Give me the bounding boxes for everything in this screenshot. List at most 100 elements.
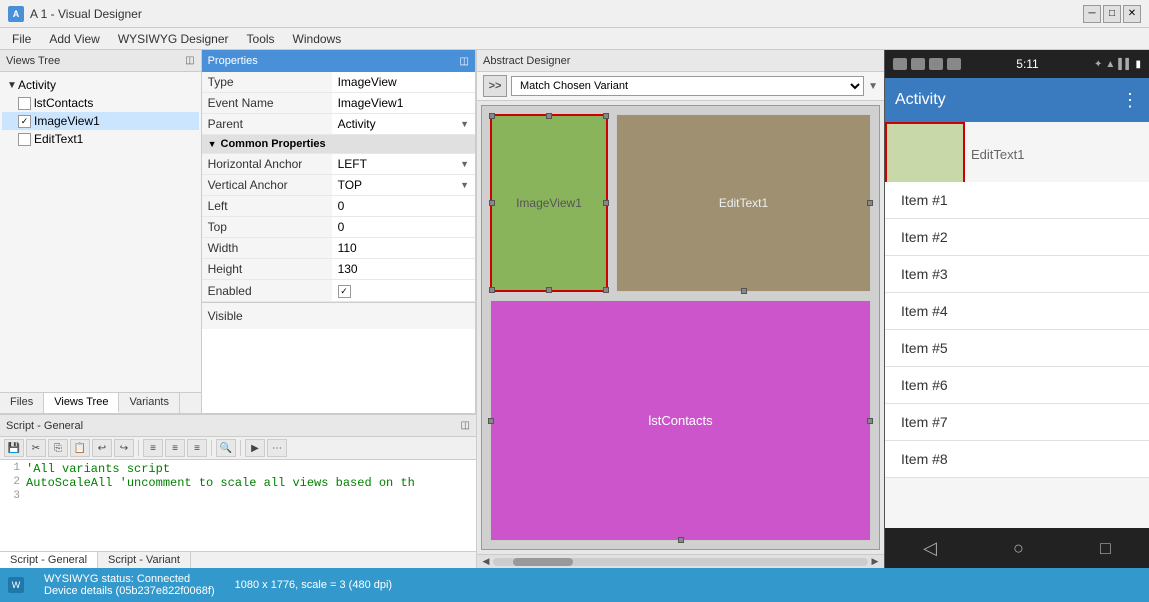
scrollbar-thumb-h[interactable] [513, 558, 573, 566]
prop-value-width[interactable]: 110 [332, 238, 475, 259]
script-unindent-btn[interactable]: ≡ [165, 439, 185, 457]
handle-mr[interactable] [603, 200, 609, 206]
tree-item-imageview1[interactable]: ✓ ImageView1 [2, 112, 199, 130]
designer-pin[interactable]: ▼ [868, 81, 878, 92]
script-content[interactable]: 1 'All variants script 2 AutoScaleAll 'u… [0, 460, 476, 551]
phone-list-item-8[interactable]: Item #8 [885, 441, 1149, 478]
prop-value-eventname[interactable]: ImageView1 [332, 93, 475, 114]
handle-tl[interactable] [489, 113, 495, 119]
lst-handle-ml[interactable] [488, 418, 494, 424]
phone-back-btn[interactable]: ◁ [923, 538, 937, 559]
tab-files[interactable]: Files [0, 393, 44, 413]
canvas-view-edittext1[interactable]: EditText1 [616, 114, 871, 292]
script-save-btn[interactable]: 💾 [4, 439, 24, 457]
designer-header: Abstract Designer [477, 50, 884, 72]
script-separator [138, 440, 139, 456]
script-run-btn[interactable]: ▶ [245, 439, 265, 457]
prop-value-left[interactable]: 0 [332, 196, 475, 217]
script-header: Script - General ◫ [0, 415, 476, 437]
designer-toolbar: >> Match Chosen Variant ▼ [477, 72, 884, 101]
forward-button[interactable]: >> [483, 75, 507, 97]
menu-file[interactable]: File [4, 30, 39, 48]
canvas-view-lstcontacts[interactable]: lstContacts [490, 300, 871, 541]
properties-pin[interactable]: ◫ [460, 56, 469, 67]
line-code-3 [26, 490, 474, 502]
handle-bc[interactable] [546, 287, 552, 293]
prop-row-parent: Parent Activity ▼ [202, 114, 475, 135]
lst-handle-bc[interactable] [678, 537, 684, 543]
minimize-button[interactable]: ─ [1083, 5, 1101, 23]
lst-handle-mr[interactable] [867, 418, 873, 424]
canvas-area: ImageView1 EditText1 [482, 106, 879, 549]
script-cut-btn[interactable]: ✂ [26, 439, 46, 457]
scroll-right-arrow[interactable]: ▶ [868, 555, 882, 569]
handle-br[interactable] [603, 287, 609, 293]
phone-list-item-2[interactable]: Item #2 [885, 219, 1149, 256]
menu-add-view[interactable]: Add View [41, 30, 107, 48]
phone-list-item-5[interactable]: Item #5 [885, 330, 1149, 367]
app-bar-menu-icon[interactable]: ⋮ [1121, 90, 1139, 111]
script-search-btn[interactable]: 🔍 [216, 439, 236, 457]
script-tab-general[interactable]: Script - General [0, 552, 98, 568]
script-redo-btn[interactable]: ↪ [114, 439, 134, 457]
maximize-button[interactable]: □ [1103, 5, 1121, 23]
phone-home-btn[interactable]: ○ [1013, 538, 1024, 559]
variant-select[interactable]: Match Chosen Variant [511, 76, 864, 96]
menu-wysiwyg[interactable]: WYSIWYG Designer [110, 30, 237, 48]
phone-list-item-6[interactable]: Item #6 [885, 367, 1149, 404]
prop-value-hanchor[interactable]: LEFT ▼ [332, 154, 475, 175]
script-indent-btn[interactable]: ≡ [143, 439, 163, 457]
script-paste-btn[interactable]: 📋 [70, 439, 90, 457]
section-collapse-arrow[interactable]: ▼ [208, 139, 217, 149]
menu-tools[interactable]: Tools [239, 30, 283, 48]
handle-ml[interactable] [489, 200, 495, 206]
tree-label-activity: Activity [18, 78, 56, 92]
tab-variants[interactable]: Variants [119, 393, 180, 413]
prop-value-height[interactable]: 130 [332, 259, 475, 280]
script-copy-btn[interactable]: ⎘ [48, 439, 68, 457]
handle-bl[interactable] [489, 287, 495, 293]
script-more-btn[interactable]: ⋯ [267, 439, 287, 457]
canvas-view-imageview1[interactable]: ImageView1 [490, 114, 608, 292]
phone-edittext[interactable]: EditText1 [965, 122, 1149, 186]
enabled-checkbox[interactable]: ✓ [338, 285, 351, 298]
script-pin[interactable]: ◫ [461, 420, 470, 431]
handle-tr[interactable] [603, 113, 609, 119]
status-texts: WYSIWYG status: Connected Device details… [44, 573, 215, 597]
script-comment-btn[interactable]: ≡ [187, 439, 207, 457]
tree-item-lstcontacts[interactable]: lstContacts [2, 94, 199, 112]
prop-value-top[interactable]: 0 [332, 217, 475, 238]
menu-windows[interactable]: Windows [285, 30, 350, 48]
views-tree-pin[interactable]: ◫ [185, 55, 194, 66]
expand-icon-activity[interactable]: ▼ [6, 79, 18, 91]
phone-list-item-4[interactable]: Item #4 [885, 293, 1149, 330]
checkbox-imageview1[interactable]: ✓ [18, 115, 31, 128]
scroll-left-arrow[interactable]: ◀ [479, 555, 493, 569]
prop-row-hanchor: Horizontal Anchor LEFT ▼ [202, 154, 475, 175]
prop-value-vanchor[interactable]: TOP ▼ [332, 175, 475, 196]
tree-item-edittext1[interactable]: EditText1 [2, 130, 199, 148]
designer-scrollbar-h[interactable]: ◀ ▶ [477, 554, 884, 568]
script-tab-variant[interactable]: Script - Variant [98, 552, 191, 568]
phone-recents-btn[interactable]: □ [1100, 538, 1111, 559]
phone-list-item-7[interactable]: Item #7 [885, 404, 1149, 441]
script-undo-btn[interactable]: ↩ [92, 439, 112, 457]
phone-imageview [885, 122, 965, 186]
edittext-handle-bc[interactable] [741, 288, 747, 294]
designer-canvas[interactable]: ImageView1 EditText1 [481, 105, 880, 550]
handle-tc[interactable] [546, 113, 552, 119]
edittext-handle-mr[interactable] [867, 200, 873, 206]
app-title: A 1 - Visual Designer [30, 7, 142, 21]
checkbox-edittext1[interactable] [18, 133, 31, 146]
tab-views-tree[interactable]: Views Tree [44, 393, 119, 413]
prop-value-parent[interactable]: Activity ▼ [332, 114, 475, 135]
checkbox-lstcontacts[interactable] [18, 97, 31, 110]
tree-item-activity[interactable]: ▼ Activity [2, 76, 199, 94]
prop-value-enabled[interactable]: ✓ [332, 280, 475, 302]
phone-list-item-1[interactable]: Item #1 [885, 182, 1149, 219]
close-button[interactable]: ✕ [1123, 5, 1141, 23]
window-controls: ─ □ ✕ [1083, 5, 1141, 23]
prop-label-hanchor: Horizontal Anchor [202, 154, 332, 175]
scrollbar-track-h[interactable] [493, 558, 868, 566]
phone-list-item-3[interactable]: Item #3 [885, 256, 1149, 293]
